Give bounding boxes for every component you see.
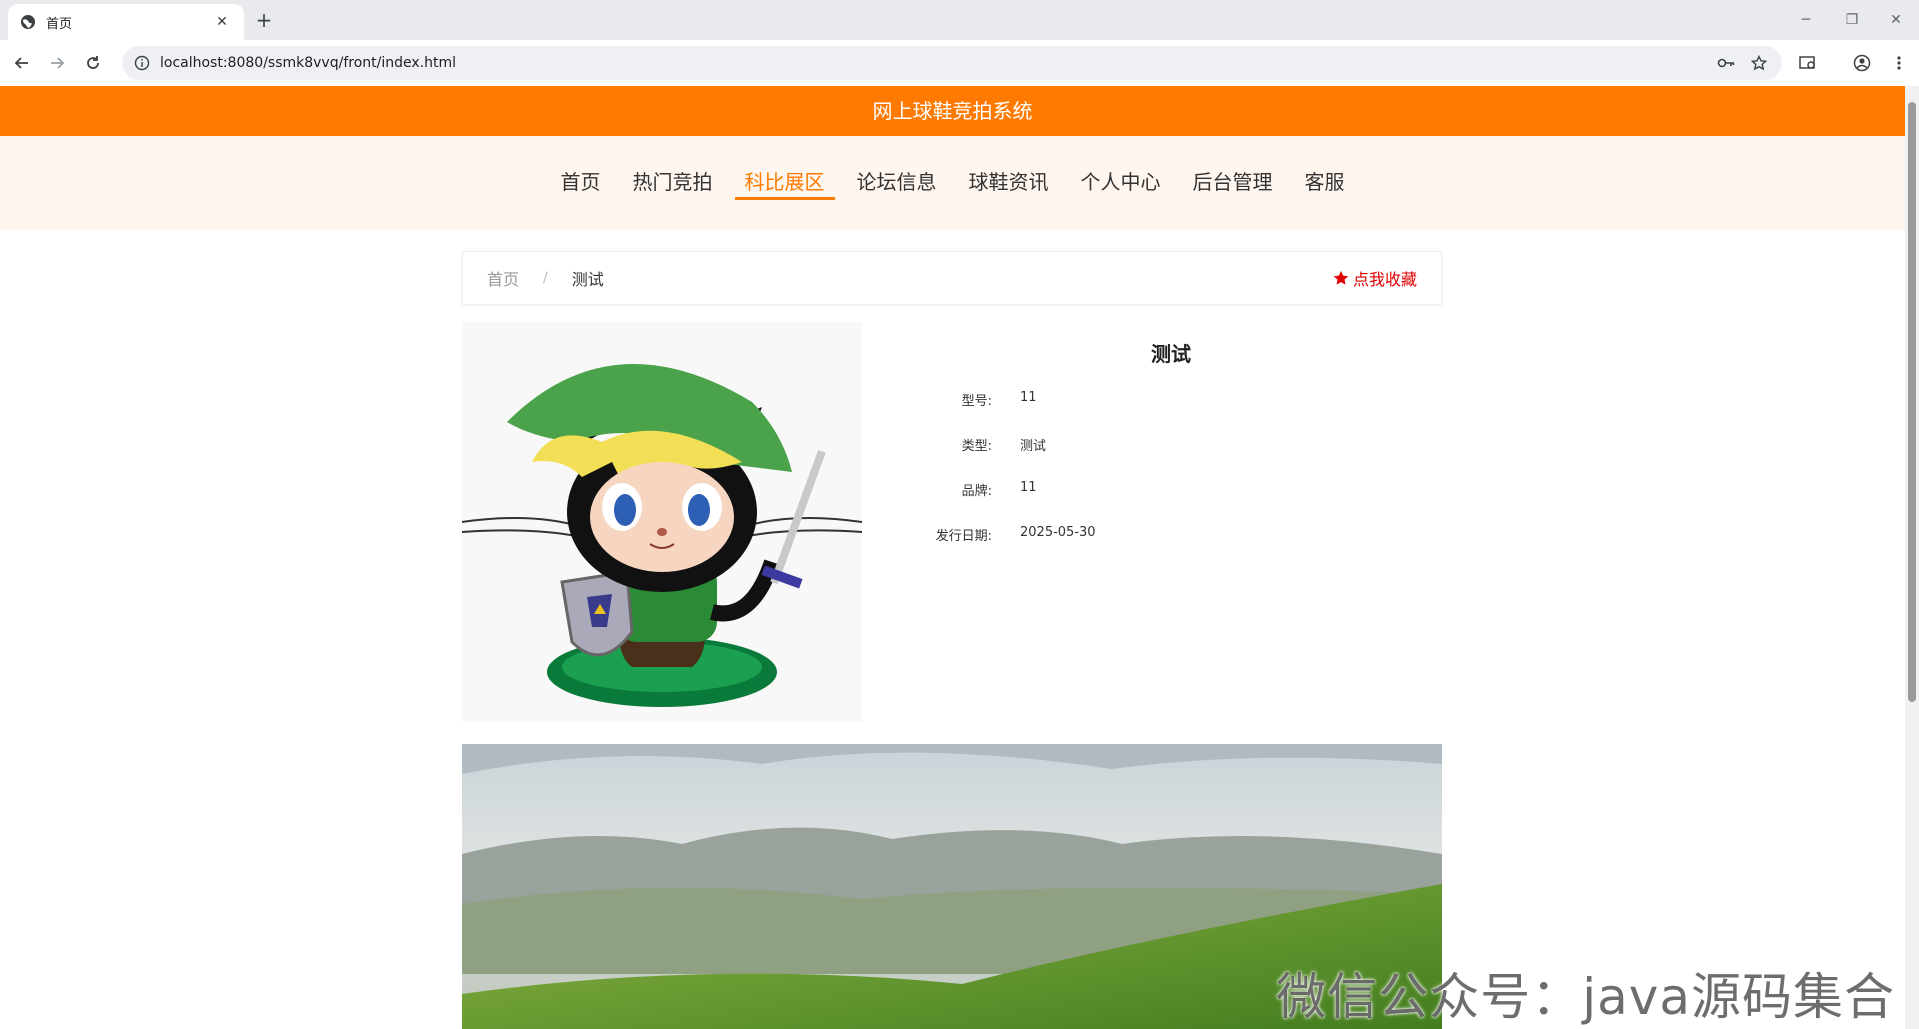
scrollbar-thumb[interactable] bbox=[1908, 102, 1916, 702]
nav-item-admin[interactable]: 后台管理 bbox=[1183, 166, 1283, 200]
browser-tab-bar: 首页 ✕ + ─ ❐ ✕ bbox=[0, 0, 1919, 40]
attr-value: 2025-05-30 bbox=[1020, 525, 1096, 540]
attr-label: 发行日期: bbox=[935, 529, 992, 544]
info-icon[interactable] bbox=[134, 55, 150, 71]
new-tab-button[interactable]: + bbox=[252, 9, 276, 33]
page-viewport: 网上球鞋竞拍系统 首页 热门竞拍 科比展区 论坛信息 球鞋资讯 个人中心 后台管… bbox=[0, 86, 1905, 1029]
product-image bbox=[462, 322, 862, 722]
site-title: 网上球鞋竞拍系统 bbox=[0, 86, 1905, 136]
attr-label: 品牌: bbox=[961, 484, 992, 499]
attr-label: 型号: bbox=[961, 394, 992, 409]
breadcrumb-home[interactable]: 首页 bbox=[487, 266, 519, 290]
attr-row-model: 型号: 11 bbox=[900, 390, 1442, 410]
restore-button[interactable]: ❐ bbox=[1832, 6, 1872, 34]
bookmark-star-icon[interactable] bbox=[1745, 49, 1773, 77]
nav-item-hot-auction[interactable]: 热门竞拍 bbox=[623, 166, 723, 200]
reload-icon bbox=[87, 56, 99, 69]
more-menu-icon[interactable] bbox=[1885, 50, 1913, 76]
watermark-text: 微信公众号：java源码集合 bbox=[1276, 968, 1895, 1026]
back-button[interactable] bbox=[9, 50, 35, 76]
breadcrumb: 首页 / 测试 点我收藏 bbox=[462, 251, 1442, 305]
reload-button[interactable] bbox=[80, 50, 106, 76]
attr-value: 11 bbox=[1020, 390, 1037, 405]
product-detail: 测试 型号: 11 类型: 测试 品牌: 11 发行日期: 2025-05-30 bbox=[900, 322, 1442, 722]
attr-value: 测试 bbox=[1020, 439, 1047, 454]
tab-title: 首页 bbox=[46, 16, 73, 32]
attr-row-release-date: 发行日期: 2025-05-30 bbox=[900, 525, 1442, 545]
star-icon bbox=[1333, 271, 1349, 285]
breadcrumb-separator: / bbox=[543, 270, 548, 286]
product-title: 测试 bbox=[1151, 342, 1191, 366]
nav-item-home[interactable]: 首页 bbox=[551, 166, 611, 200]
favorite-button[interactable]: 点我收藏 bbox=[1333, 266, 1417, 290]
attr-row-brand: 品牌: 11 bbox=[900, 480, 1442, 500]
minimize-button[interactable]: ─ bbox=[1786, 6, 1826, 34]
profile-icon[interactable] bbox=[1848, 50, 1876, 76]
nav-item-customer-service[interactable]: 客服 bbox=[1295, 166, 1355, 200]
page-scrollbar[interactable] bbox=[1905, 86, 1919, 1029]
main-nav: 首页 热门竞拍 科比展区 论坛信息 球鞋资讯 个人中心 后台管理 客服 bbox=[0, 136, 1905, 230]
reading-list-icon[interactable] bbox=[1794, 50, 1822, 76]
browser-toolbar: localhost:8080/ssmk8vvq/front/index.html bbox=[0, 40, 1919, 86]
close-window-button[interactable]: ✕ bbox=[1876, 6, 1916, 34]
attr-label: 类型: bbox=[961, 439, 992, 454]
breadcrumb-current: 测试 bbox=[571, 270, 604, 289]
forward-button[interactable] bbox=[44, 50, 70, 76]
arrow-right-icon bbox=[51, 57, 65, 69]
browser-tab[interactable]: 首页 ✕ bbox=[8, 4, 244, 40]
nav-item-kobe-zone[interactable]: 科比展区 bbox=[734, 166, 835, 200]
password-key-icon[interactable] bbox=[1712, 49, 1740, 77]
address-bar[interactable]: localhost:8080/ssmk8vvq/front/index.html bbox=[122, 46, 1782, 80]
main-menu: 首页 热门竞拍 科比展区 论坛信息 球鞋资讯 个人中心 后台管理 客服 bbox=[0, 136, 1905, 230]
nav-item-sneaker-news[interactable]: 球鞋资讯 bbox=[959, 166, 1059, 200]
url-text[interactable]: localhost:8080/ssmk8vvq/front/index.html bbox=[160, 55, 456, 71]
attr-row-type: 类型: 测试 bbox=[900, 435, 1442, 455]
favorite-label: 点我收藏 bbox=[1352, 270, 1417, 289]
octocat-link-illustration bbox=[462, 322, 862, 722]
arrow-left-icon bbox=[14, 57, 28, 69]
globe-icon bbox=[21, 15, 35, 29]
nav-item-forum[interactable]: 论坛信息 bbox=[847, 166, 947, 200]
tab-close-icon[interactable]: ✕ bbox=[212, 14, 232, 30]
attr-value: 11 bbox=[1020, 480, 1037, 495]
nav-item-personal-center[interactable]: 个人中心 bbox=[1071, 166, 1171, 200]
